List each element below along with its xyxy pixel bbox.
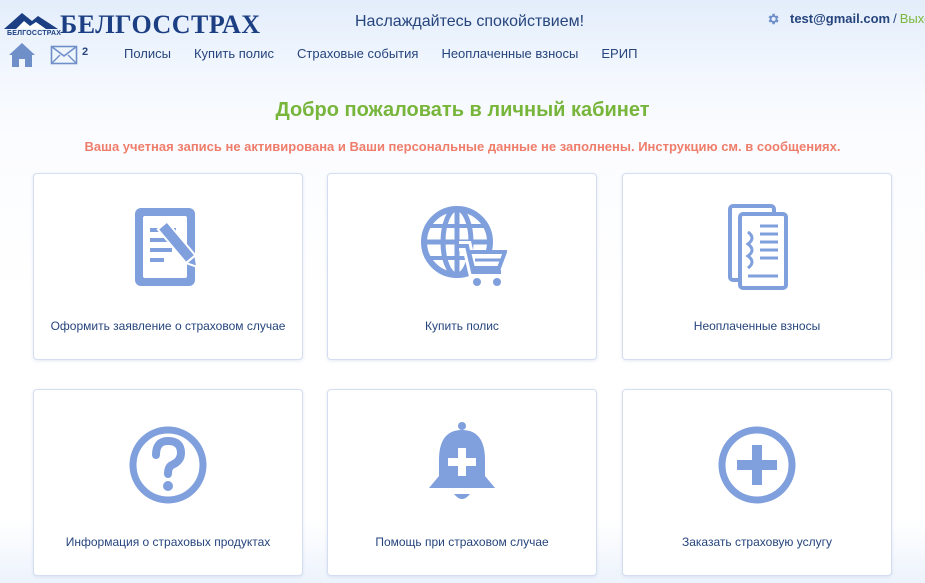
card-claim-help[interactable]: Помощь при страховом случае: [327, 389, 597, 576]
home-icon[interactable]: [8, 42, 36, 68]
activation-warning: Ваша учетная запись не активирована и Ва…: [84, 139, 841, 154]
card-label: Оформить заявление о страховом случае: [50, 319, 286, 333]
nav-item-erip[interactable]: ЕРИП: [601, 46, 637, 61]
globe-cart-icon: [421, 206, 507, 286]
page-title: Добро пожаловать в личный кабинет: [275, 99, 650, 121]
account-separator: /: [893, 11, 897, 26]
document-edit-icon: [135, 208, 199, 286]
mail-icon[interactable]: [50, 44, 78, 66]
question-circle-icon: [129, 426, 207, 504]
card-label: Купить полис: [425, 319, 499, 333]
logout-link[interactable]: Выход: [900, 11, 925, 26]
card-unpaid-fees[interactable]: Неоплаченные взносы: [622, 173, 892, 360]
receipt-icon: [728, 204, 788, 290]
bell-plus-icon: [429, 422, 495, 499]
nav-item-buy-policy[interactable]: Купить полис: [194, 46, 274, 61]
account-area: test@gmail.com / Выход: [766, 11, 925, 26]
card-label: Информация о страховых продуктах: [65, 535, 271, 549]
card-label: Помощь при страховом случае: [375, 535, 549, 549]
logo-small-text: БЕЛГОССТРАХ: [7, 30, 62, 37]
header: БЕЛГОССТРАХ БЕЛГОССТРАХ Наслаждайтесь сп…: [0, 0, 925, 72]
card-label: Заказать страховую услугу: [681, 535, 833, 549]
gear-icon[interactable]: [766, 12, 780, 26]
card-file-claim[interactable]: Оформить заявление о страховом случае: [33, 173, 303, 360]
card-buy-policy[interactable]: Купить полис: [327, 173, 597, 360]
mail-count-badge: 2: [82, 46, 89, 58]
nav-item-unpaid-fees[interactable]: Неоплаченные взносы: [441, 46, 578, 61]
nav-item-policies[interactable]: Полисы: [124, 46, 171, 61]
card-product-info[interactable]: Информация о страховых продуктах: [33, 389, 303, 576]
brand-name: БЕЛГОССТРАХ: [60, 10, 261, 39]
account-email[interactable]: test@gmail.com: [790, 11, 890, 26]
tagline: Наслаждайтесь спокойствием!: [355, 13, 585, 30]
brand-logo[interactable]: БЕЛГОССТРАХ БЕЛГОССТРАХ: [2, 7, 260, 41]
nav-item-insurance-events[interactable]: Страховые события: [297, 46, 418, 61]
main-nav: Полисы Купить полис Страховые события Не…: [124, 46, 660, 61]
card-order-service[interactable]: Заказать страховую услугу: [622, 389, 892, 576]
plus-circle-icon: [718, 426, 796, 504]
card-label: Неоплаченные взносы: [693, 319, 821, 333]
